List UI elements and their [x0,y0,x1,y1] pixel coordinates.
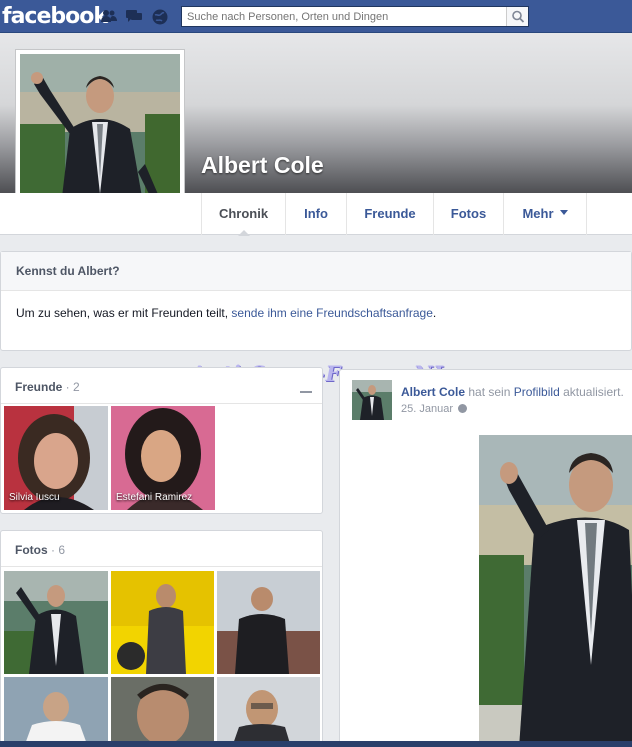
profile-photo-image [20,54,180,214]
post-headline: Albert Cole hat sein Profilbild aktualis… [401,385,624,399]
friend-name[interactable]: Estefani Ramirez [116,492,192,503]
photo-tile[interactable] [111,571,214,674]
top-bar: facebook [0,0,632,33]
profile-picture-link[interactable]: Profilbild [514,385,560,399]
friends-header[interactable]: Freunde · 2 [1,368,322,404]
send-friend-request-link[interactable]: sende ihm eine Freundschaftsanfrage [231,306,432,320]
friend-tile[interactable]: Silvia Iuscu [4,406,108,510]
post-date: 25. Januar [401,403,467,415]
tab-freunde[interactable]: Freunde [346,193,433,235]
friend-request-prompt: Kennst du Albert? Um zu sehen, was er mi… [0,251,632,351]
search-box [181,6,529,27]
post-timestamp[interactable]: 25. Januar [401,403,453,415]
photos-header[interactable]: Fotos · 6 [1,531,322,567]
post-author-name[interactable]: Albert Cole [401,385,465,399]
tab-mehr[interactable]: Mehr [503,193,587,235]
tab-info[interactable]: Info [285,193,346,235]
friend-tile[interactable]: Estefani Ramirez [111,406,215,510]
prompt-title: Kennst du Albert? [1,252,631,291]
profile-tab-bar: Chronik Info Freunde Fotos Mehr [0,193,632,236]
photos-box: Fotos · 6 [0,530,323,747]
tab-fotos[interactable]: Fotos [433,193,503,235]
tab-chronik[interactable]: Chronik [201,193,285,236]
photo-tile[interactable] [217,571,320,674]
collapse-icon[interactable] [300,391,312,393]
search-icon [512,10,525,23]
globe-icon [457,404,467,413]
messages-icon[interactable] [126,9,142,23]
post-photo[interactable] [479,435,632,747]
friends-box: Freunde · 2 Silvia Iuscu Estefani Ramire… [0,367,323,514]
facebook-logo[interactable]: facebook [2,4,108,29]
photo-tile[interactable] [217,677,320,747]
post-author-avatar[interactable] [352,380,392,420]
bottom-bar [0,741,632,747]
search-input[interactable] [182,7,502,26]
friend-requests-icon[interactable] [101,9,117,23]
timeline-post: Albert Cole hat sein Profilbild aktualis… [339,369,632,747]
photo-tile[interactable] [4,571,108,674]
notifications-icon[interactable] [152,9,168,25]
chevron-down-icon [559,210,568,219]
search-button[interactable] [506,7,528,26]
photo-tile[interactable] [111,677,214,747]
friend-name[interactable]: Silvia Iuscu [9,492,60,503]
prompt-text: Um zu sehen, was er mit Freunden teilt, … [16,306,437,320]
photo-tile[interactable] [4,677,108,747]
profile-name[interactable]: Albert Cole [201,152,324,179]
